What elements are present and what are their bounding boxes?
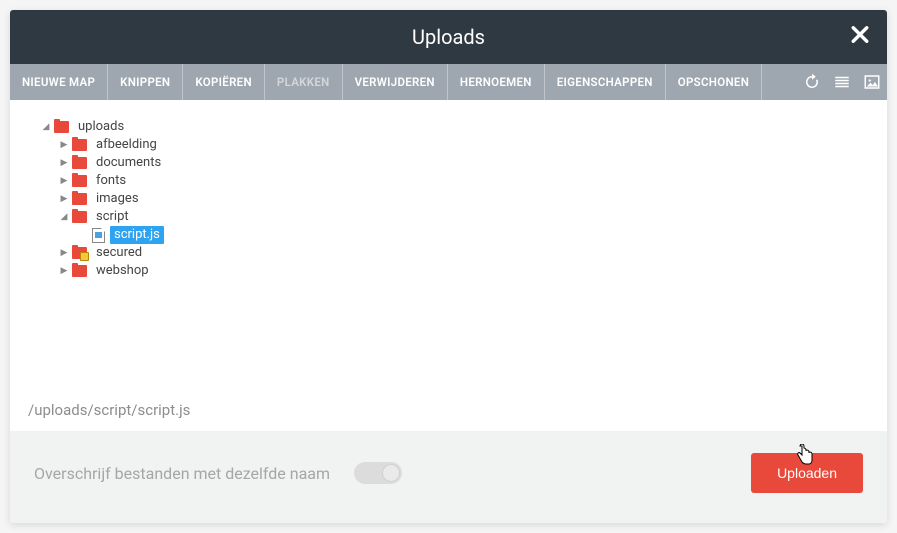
- tree-label[interactable]: script: [92, 208, 133, 226]
- footer: Overschrijf bestanden met dezelfde naam …: [10, 431, 887, 523]
- overwrite-toggle[interactable]: [354, 462, 402, 484]
- overwrite-label: Overschrijf bestanden met dezelfde naam: [34, 464, 330, 483]
- folder-icon: [72, 157, 87, 169]
- expand-icon[interactable]: ▶: [58, 172, 70, 190]
- upload-button[interactable]: Uploaden: [751, 453, 863, 493]
- refresh-icon: [803, 73, 821, 91]
- collapse-icon[interactable]: ◢: [58, 208, 70, 226]
- tree-label[interactable]: uploads: [74, 118, 128, 136]
- expand-icon[interactable]: ▶: [58, 136, 70, 154]
- tree-label[interactable]: images: [92, 190, 143, 208]
- expand-icon[interactable]: ▶: [58, 190, 70, 208]
- expand-icon[interactable]: ▶: [58, 262, 70, 280]
- file-icon: [92, 228, 105, 243]
- delete-button[interactable]: VERWIJDEREN: [343, 64, 448, 100]
- close-button[interactable]: [851, 26, 869, 49]
- folder-tree: ◢ uploads ▶ afbeelding ▶ documents ▶ fon…: [40, 118, 871, 280]
- tree-label-selected[interactable]: script.js: [110, 226, 164, 244]
- expand-icon[interactable]: ▶: [58, 154, 70, 172]
- tree-label[interactable]: afbeelding: [92, 136, 161, 154]
- image-icon: [863, 73, 881, 91]
- title-bar: Uploads: [10, 10, 887, 64]
- tree-label[interactable]: webshop: [92, 262, 153, 280]
- tree-node-fonts[interactable]: ▶ fonts: [40, 172, 871, 190]
- upload-dialog: Uploads NIEUWE MAP KNIPPEN KOPIËREN PLAK…: [10, 10, 887, 523]
- collapse-icon[interactable]: ◢: [40, 118, 52, 136]
- folder-icon: [54, 121, 69, 133]
- new-folder-button[interactable]: NIEUWE MAP: [10, 64, 108, 100]
- close-icon: [851, 26, 869, 44]
- list-view-button[interactable]: [827, 64, 857, 100]
- tree-node-script[interactable]: ◢ script: [40, 208, 871, 226]
- refresh-button[interactable]: [797, 64, 827, 100]
- folder-icon: [72, 139, 87, 151]
- cleanup-button[interactable]: OPSCHONEN: [666, 64, 762, 100]
- tree-label[interactable]: fonts: [92, 172, 130, 190]
- paste-button: PLAKKEN: [265, 64, 343, 100]
- folder-icon: [72, 265, 87, 277]
- tree-node-uploads[interactable]: ◢ uploads: [40, 118, 871, 136]
- path-display: /uploads/script/script.js: [10, 389, 887, 431]
- folder-locked-icon: [72, 247, 87, 259]
- toolbar: NIEUWE MAP KNIPPEN KOPIËREN PLAKKEN VERW…: [10, 64, 887, 100]
- tree-node-documents[interactable]: ▶ documents: [40, 154, 871, 172]
- cut-button[interactable]: KNIPPEN: [108, 64, 183, 100]
- dialog-title: Uploads: [412, 25, 485, 49]
- thumbnail-view-button[interactable]: [857, 64, 887, 100]
- properties-button[interactable]: EIGENSCHAPPEN: [545, 64, 666, 100]
- tree-node-images[interactable]: ▶ images: [40, 190, 871, 208]
- folder-icon: [72, 211, 87, 223]
- list-icon: [833, 73, 851, 91]
- copy-button[interactable]: KOPIËREN: [183, 64, 265, 100]
- folder-icon: [72, 175, 87, 187]
- expand-icon[interactable]: ▶: [58, 244, 70, 262]
- tree-node-afbeelding[interactable]: ▶ afbeelding: [40, 136, 871, 154]
- toggle-knob: [382, 464, 400, 482]
- tree-panel: ◢ uploads ▶ afbeelding ▶ documents ▶ fon…: [10, 100, 887, 389]
- tree-node-webshop[interactable]: ▶ webshop: [40, 262, 871, 280]
- tree-node-script-js[interactable]: script.js: [40, 226, 871, 244]
- rename-button[interactable]: HERNOEMEN: [448, 64, 545, 100]
- folder-icon: [72, 193, 87, 205]
- tree-label[interactable]: documents: [92, 154, 165, 172]
- tree-label[interactable]: secured: [92, 244, 146, 262]
- tree-node-secured[interactable]: ▶ secured: [40, 244, 871, 262]
